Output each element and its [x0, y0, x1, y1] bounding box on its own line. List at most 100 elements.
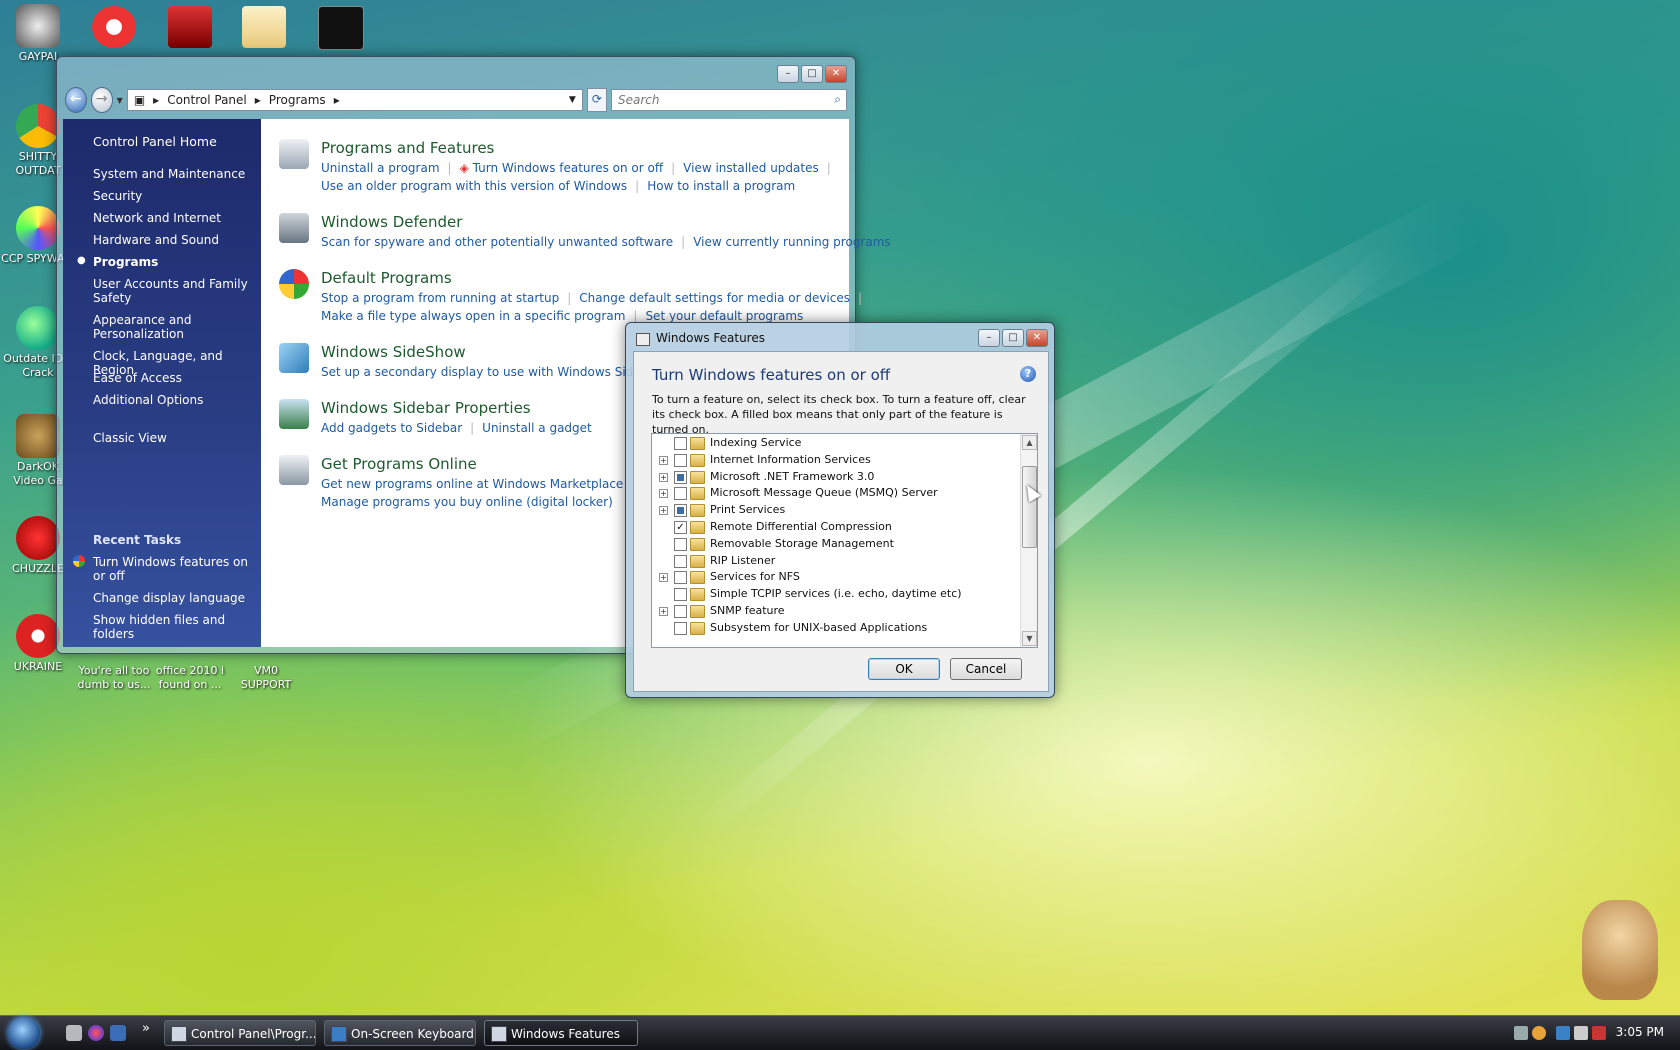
sidebar-item-ease-of-access[interactable]: Ease of Access [93, 371, 258, 385]
task-link[interactable]: Turn Windows features on or off [473, 161, 664, 175]
sidebar-item-network[interactable]: Network and Internet [93, 211, 258, 225]
clock[interactable]: 3:05 PM [1616, 1025, 1664, 1039]
tree-scrollbar[interactable]: ▲ ▼ [1020, 434, 1037, 647]
recent-task-hidden-files[interactable]: Show hidden files and folders [93, 613, 258, 641]
recent-task-display-language[interactable]: Change display language [93, 591, 258, 605]
expand-icon[interactable]: + [659, 489, 668, 499]
maximize-button[interactable]: □ [1002, 329, 1024, 347]
task-link[interactable]: View currently running programs [693, 235, 890, 249]
sidebar-item-user-accounts[interactable]: User Accounts and Family Safety [93, 277, 258, 305]
feature-checkbox[interactable] [674, 588, 687, 602]
recent-task-windows-features[interactable]: Turn Windows features on or off [93, 555, 258, 583]
feature-row[interactable]: + Microsoft .NET Framework 3.0 [652, 468, 1018, 486]
scroll-thumb[interactable] [1022, 466, 1037, 548]
desktop-icon[interactable]: office 2010 i found on ... [152, 664, 228, 692]
taskbar-button[interactable]: On-Screen Keyboard [324, 1020, 476, 1046]
sidebar-home-link[interactable]: Control Panel Home [93, 135, 258, 149]
breadcrumb-chevron-icon[interactable]: ▸ [255, 93, 261, 107]
task-link[interactable]: Get new programs online at Windows Marke… [321, 477, 623, 491]
sidebar-item-additional-options[interactable]: Additional Options [93, 393, 258, 407]
minimize-button[interactable]: – [777, 65, 799, 83]
sidebar-item-security[interactable]: Security [93, 189, 258, 203]
tray-icon[interactable] [1514, 1026, 1528, 1040]
forward-button[interactable]: → [90, 87, 113, 113]
expand-icon[interactable]: + [659, 573, 668, 583]
breadcrumb-chevron-icon[interactable]: ▸ [153, 93, 159, 107]
expand-icon[interactable]: + [659, 455, 668, 465]
feature-row[interactable]: Indexing Service [652, 434, 1018, 452]
feature-checkbox[interactable] [674, 453, 687, 467]
sidebar-classic-view[interactable]: Classic View [93, 431, 258, 445]
feature-row[interactable]: Subsystem for UNIX-based Applications [652, 619, 1018, 637]
category-title[interactable]: Windows Defender [321, 213, 462, 231]
network-icon[interactable] [1556, 1026, 1570, 1040]
help-icon[interactable]: ? [1020, 366, 1036, 382]
category-title[interactable]: Programs and Features [321, 139, 494, 157]
desktop-icon[interactable]: GAYPAI [0, 4, 76, 64]
task-link[interactable]: Set up a secondary display to use with W… [321, 365, 673, 379]
power-icon[interactable] [1592, 1026, 1606, 1040]
task-link[interactable]: Uninstall a gadget [482, 421, 592, 435]
expand-icon[interactable]: + [659, 607, 668, 616]
task-link[interactable]: How to install a program [647, 179, 795, 193]
search-input[interactable]: Search ⌕ [610, 89, 847, 111]
expand-icon[interactable]: + [659, 506, 668, 516]
task-link[interactable]: Set your default programs [645, 309, 803, 323]
category-title[interactable]: Default Programs [321, 269, 452, 287]
task-link[interactable]: Stop a program from running at startup [321, 291, 559, 305]
desktop-icon[interactable]: VM0 SUPPORT [228, 664, 304, 692]
scroll-down-arrow-icon[interactable]: ▼ [1022, 631, 1037, 646]
feature-row[interactable]: + SNMP feature [652, 602, 1018, 620]
feature-checkbox[interactable] [674, 605, 687, 618]
sidebar-item-programs[interactable]: Programs [93, 255, 258, 269]
feature-checkbox[interactable] [674, 537, 687, 551]
sidebar-item-system[interactable]: System and Maintenance [93, 167, 258, 181]
hxd-icon[interactable] [242, 6, 286, 48]
search-tray-icon[interactable] [1532, 1026, 1546, 1040]
show-desktop-icon[interactable] [110, 1025, 126, 1041]
task-link[interactable]: Uninstall a program [321, 161, 440, 175]
feature-row[interactable]: Removable Storage Management [652, 535, 1018, 553]
feature-checkbox[interactable] [674, 470, 687, 484]
task-link[interactable]: Make a file type always open in a specif… [321, 309, 625, 323]
start-button[interactable] [8, 1017, 40, 1049]
feature-row[interactable]: Simple TCPIP services (i.e. echo, daytim… [652, 585, 1018, 603]
feature-row[interactable]: ✓ Remote Differential Compression [652, 518, 1018, 536]
desktop-icon[interactable]: You're all too dumb to us... [76, 664, 152, 692]
feature-row[interactable]: + Microsoft Message Queue (MSMQ) Server [652, 484, 1018, 502]
category-title[interactable]: Windows Sidebar Properties [321, 399, 531, 417]
expand-icon[interactable]: + [659, 472, 668, 482]
task-link[interactable]: Add gadgets to Sidebar [321, 421, 462, 435]
breadcrumb-chevron-icon[interactable]: ▸ [334, 93, 340, 107]
feature-checkbox[interactable] [674, 504, 687, 518]
quick-launch-overflow[interactable]: » [142, 1021, 150, 1036]
feature-row[interactable]: RIP Listener [652, 552, 1018, 570]
feature-row[interactable]: + Services for NFS [652, 568, 1018, 586]
volume-muted-icon[interactable] [1574, 1026, 1588, 1040]
p-app-icon[interactable] [92, 6, 136, 48]
minimize-button[interactable]: – [978, 329, 1000, 347]
close-button[interactable]: ✕ [825, 65, 847, 83]
feature-checkbox[interactable] [674, 487, 687, 501]
feature-checkbox[interactable]: ✓ [674, 521, 687, 534]
feature-row[interactable]: + Internet Information Services [652, 451, 1018, 469]
maximize-button[interactable]: □ [801, 65, 823, 83]
feature-checkbox[interactable] [674, 571, 687, 585]
task-link[interactable]: Scan for spyware and other potentially u… [321, 235, 673, 249]
address-bar[interactable]: ▣ ▸ Control Panel ▸ Programs ▸ ▼ [126, 89, 583, 111]
task-link[interactable]: Manage programs you buy online (digital … [321, 495, 613, 509]
sidebar-item-hardware[interactable]: Hardware and Sound [93, 233, 258, 247]
category-title[interactable]: Get Programs Online [321, 455, 477, 473]
cmd-icon[interactable] [318, 6, 364, 50]
breadcrumb-programs[interactable]: Programs [269, 93, 326, 107]
quick-launch-icon[interactable] [66, 1025, 82, 1041]
close-button[interactable]: ✕ [1026, 329, 1048, 347]
taskbar-button[interactable]: Control Panel\Progr... [164, 1020, 316, 1046]
feature-checkbox[interactable] [674, 621, 687, 635]
flash-icon[interactable] [168, 6, 212, 48]
cancel-button[interactable]: Cancel [950, 658, 1022, 680]
task-link[interactable]: Change default settings for media or dev… [579, 291, 850, 305]
back-button[interactable]: ← [65, 87, 87, 113]
taskbar-button[interactable]: Windows Features [484, 1020, 638, 1046]
task-link[interactable]: Use an older program with this version o… [321, 179, 627, 193]
